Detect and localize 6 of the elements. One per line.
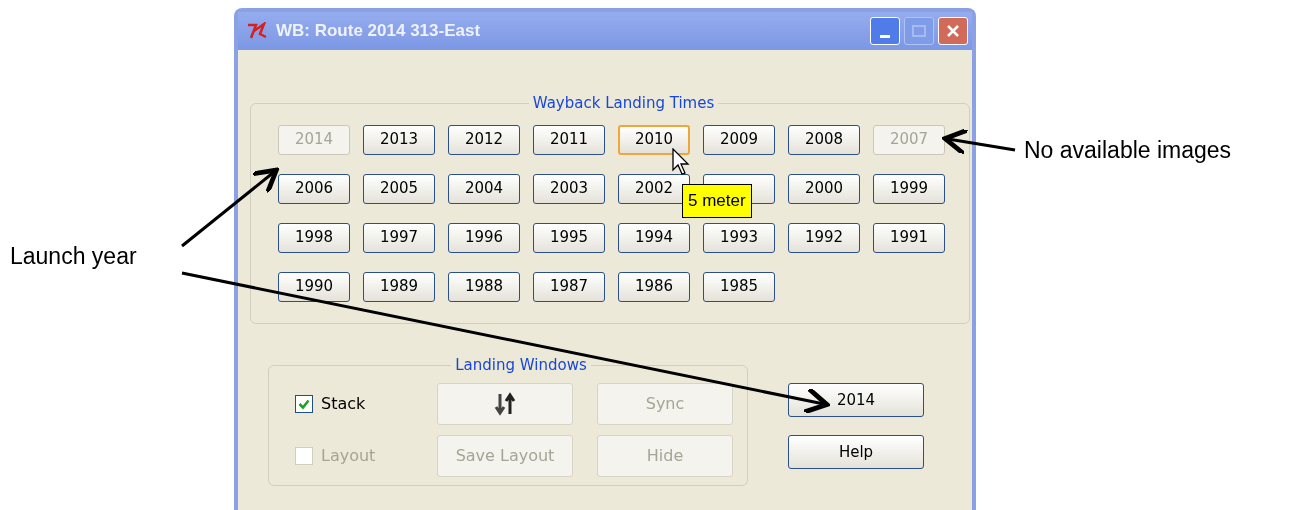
window-title: WB: Route 2014 313-East xyxy=(276,20,481,43)
group-title: Landing Windows xyxy=(454,355,588,376)
annotation-label: Launch year xyxy=(10,242,137,271)
group-title: Wayback Landing Times xyxy=(531,93,716,114)
tooltip: 5 meter xyxy=(682,184,752,218)
annotation-label: No available images xyxy=(1024,136,1232,165)
